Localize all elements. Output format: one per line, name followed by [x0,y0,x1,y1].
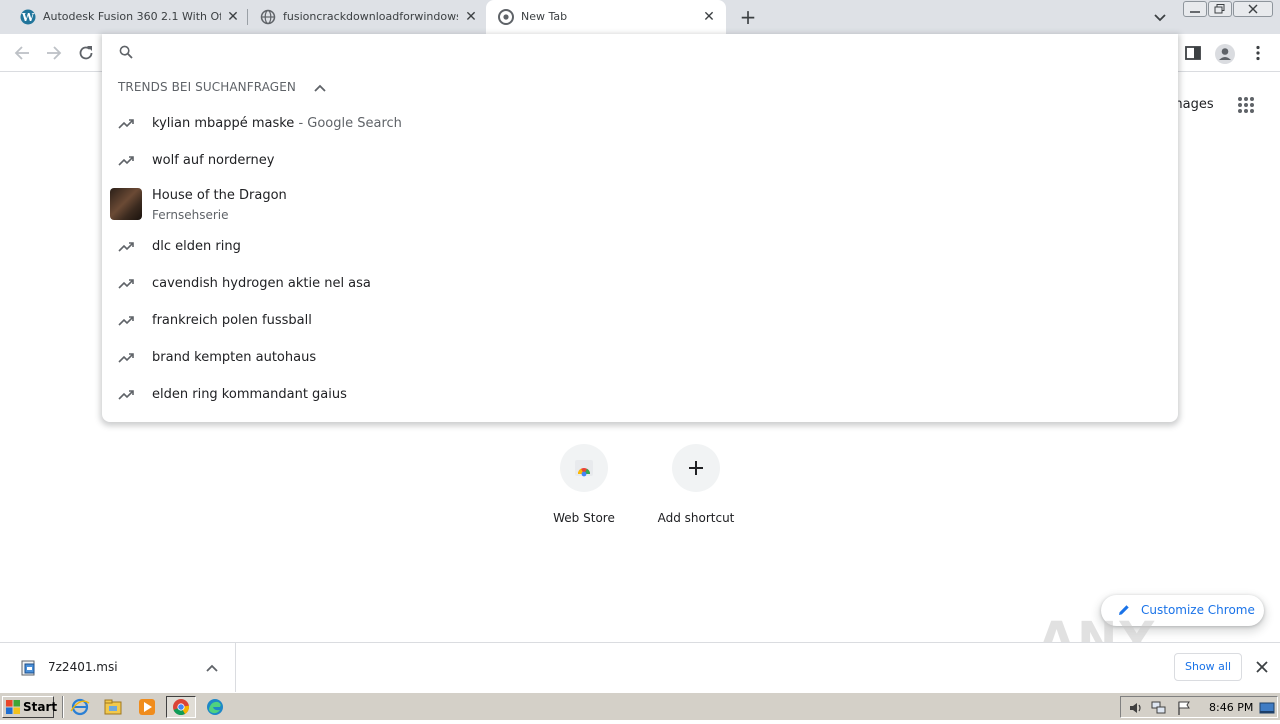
close-window-button[interactable] [1233,1,1273,17]
edge-icon[interactable] [205,697,225,717]
taskbar-divider [62,696,64,718]
restore-button[interactable] [1208,1,1232,17]
file-explorer-icon[interactable] [103,697,123,717]
suggestion-text: dlc elden ring [152,239,241,254]
new-tab-button[interactable]: + [737,6,759,28]
shortcut-tile [672,444,720,492]
house-of-the-dragon-thumbnail [110,188,142,220]
start-label: Start [23,700,58,714]
download-filename: 7z2401.msi [48,660,118,674]
tab-autodesk[interactable]: W Autodesk Fusion 360 2.1 With Offline ✕ [8,0,246,34]
back-arrow-icon [14,46,29,60]
close-icon[interactable] [1254,659,1270,675]
search-icon [119,45,133,59]
close-tab-icon[interactable]: ✕ [462,8,480,26]
suggestion-item[interactable]: wolf auf norderney [102,143,1178,180]
suggestion-item[interactable]: brand kempten autohaus [102,340,1178,377]
suggestion-item[interactable]: elden ring kommandant gaius [102,377,1178,414]
forward-button[interactable] [42,41,66,65]
trending-icon [118,353,134,363]
close-tab-icon[interactable]: ✕ [224,8,242,26]
suggestion-text: elden ring kommandant gaius [152,387,347,402]
suggestion-text: kylian mbappé maske - Google Search [152,116,402,131]
profile-button[interactable] [1213,41,1237,65]
suggestion-item[interactable]: dlc elden ring [102,229,1178,266]
side-panel-icon [1185,46,1201,60]
suggestion-item[interactable]: kylian mbappé maske - Google Search [102,106,1178,143]
chrome-icon [173,699,190,716]
chevron-up-icon[interactable] [312,80,328,96]
side-panel-button[interactable] [1181,41,1205,65]
tab-title: New Tab [521,10,568,23]
omnibox-input[interactable] [142,40,1142,64]
shortcut-web-store[interactable]: Web Store [528,444,640,525]
chevron-up-icon[interactable] [204,660,220,676]
shortcut-tile [560,444,608,492]
trending-icon [118,119,134,129]
suggestion-item[interactable]: cavendish hydrogen aktie nel asa [102,266,1178,303]
tab-search-icon[interactable] [1150,7,1170,27]
google-apps-icon[interactable] [1236,95,1256,115]
action-center-flag-icon[interactable] [1176,700,1192,716]
trends-header: TRENDS BEI SUCHANFRAGEN [118,80,296,94]
trending-icon [118,156,134,166]
reload-icon [79,46,93,60]
webstore-icon [575,460,593,477]
trending-icon [118,242,134,252]
trending-icon [118,279,134,289]
shortcut-label: Web Store [553,511,615,525]
chrome-taskbar-button[interactable] [166,696,196,718]
msi-file-icon [21,660,35,676]
chrome-icon [498,9,514,25]
minimize-icon [1190,11,1200,13]
taskbar-clock: 8:46 PM [1209,701,1254,714]
wordpress-icon: W [20,9,36,25]
menu-button[interactable] [1246,41,1270,65]
tab-strip: W Autodesk Fusion 360 2.1 With Offline ✕… [0,0,1280,34]
volume-icon[interactable] [1128,700,1144,716]
close-icon [1248,4,1258,14]
trending-icon [118,316,134,326]
shortcut-label: Add shortcut [657,511,735,525]
system-tray: 8:46 PM [1120,696,1278,718]
download-shelf: 7z2401.msi Show all [0,642,1280,693]
tab-title: Autodesk Fusion 360 2.1 With Offline [43,10,221,23]
tab-title: fusioncrackdownloadforwindows [283,10,458,23]
suggestion-item[interactable]: frankreich polen fussball [102,303,1178,340]
minimize-button[interactable] [1183,1,1207,17]
back-button[interactable] [10,41,34,65]
omnibox[interactable] [102,34,1178,70]
network-icon[interactable] [1151,700,1167,716]
omnibox-dropdown: TRENDS BEI SUCHANFRAGEN kylian mbappé ma… [102,34,1178,422]
shortcut-add[interactable]: Add shortcut [640,444,752,525]
trending-icon [118,390,134,400]
suggestion-item-entity[interactable]: House of the Dragon Fernsehserie [102,182,1178,230]
suggestion-text: House of the Dragon [152,188,287,203]
globe-icon [260,9,276,25]
suggestion-text: wolf auf norderney [152,153,275,168]
forward-arrow-icon [47,46,62,60]
start-button[interactable]: Start [2,696,58,718]
tab-fusioncrack[interactable]: fusioncrackdownloadforwindows ✕ [248,0,486,34]
suggestion-subtitle: Fernsehserie [152,208,229,222]
suggestion-text: brand kempten autohaus [152,350,317,365]
kebab-menu-icon [1256,45,1260,61]
suggestion-text: frankreich polen fussball [152,313,312,328]
reload-button[interactable] [74,41,98,65]
show-desktop-icon[interactable] [1259,700,1275,716]
windows-logo-icon [6,700,20,714]
media-player-icon[interactable] [137,697,157,717]
svg-text:W: W [21,11,35,24]
close-tab-icon[interactable]: ✕ [700,8,718,26]
suggestion-text: cavendish hydrogen aktie nel asa [152,276,371,291]
windows-taskbar: Start 8:46 PM [0,692,1280,720]
show-all-downloads-button[interactable]: Show all [1174,653,1242,681]
restore-icon [1214,4,1225,14]
internet-explorer-icon[interactable] [70,697,90,717]
tab-new-tab[interactable]: New Tab ✕ [486,0,726,34]
avatar-icon [1215,44,1235,64]
plus-icon [689,461,703,475]
download-item[interactable]: 7z2401.msi [0,643,236,693]
